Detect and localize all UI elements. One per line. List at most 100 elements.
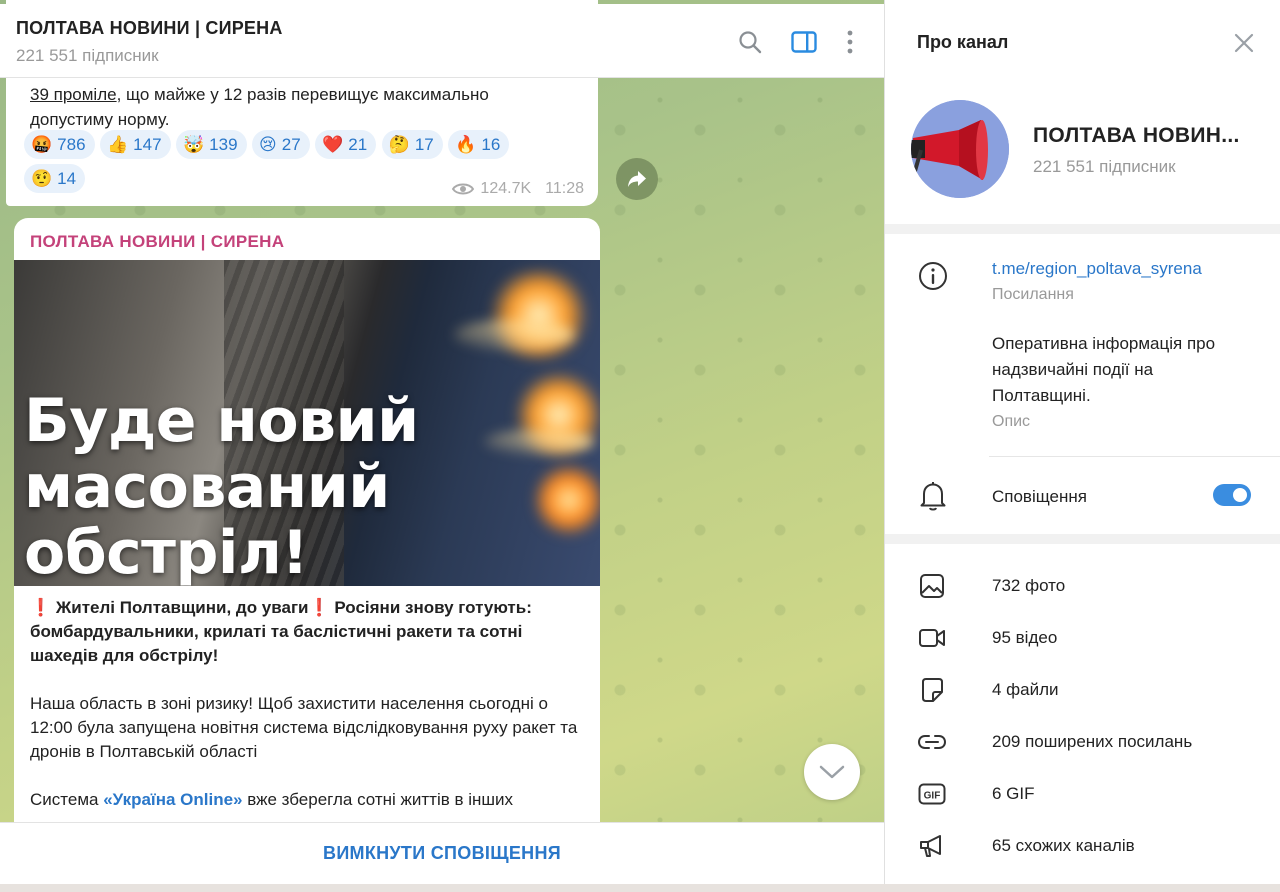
panel-header: Про канал ПОЛТАВА НОВИН... 221 551 підпи… — [885, 0, 1280, 224]
link-icon — [917, 728, 947, 756]
notifications-toggle[interactable] — [1213, 484, 1251, 506]
reaction-count: 147 — [133, 134, 162, 154]
megaphone-icon — [917, 832, 947, 860]
sidebar-panel-icon — [791, 31, 817, 53]
message-text-fragment: Система — [30, 790, 104, 809]
channel-info-panel: Про канал ПОЛТАВА НОВИН... 221 551 підпи… — [884, 0, 1280, 884]
media-row-photos[interactable]: 732 фото — [885, 562, 1280, 610]
info-icon — [917, 260, 949, 292]
bell-icon — [917, 480, 949, 512]
message-text-fragment: , що майже у 12 разів перевищує максимал… — [116, 85, 489, 104]
message-link-text[interactable]: 39 проміле — [30, 85, 117, 104]
reaction-count: 16 — [481, 134, 501, 154]
channel-link-label: Посилання — [992, 286, 1074, 303]
message-text-fragment: вже зберегла сотні життів в інших — [242, 790, 514, 809]
reaction-count: 786 — [57, 134, 86, 154]
exclamation-icon: ❗ — [308, 598, 330, 618]
sidebar-toggle-button[interactable] — [790, 28, 818, 56]
media-label: 209 поширених посилань — [992, 732, 1193, 751]
close-icon — [1234, 33, 1254, 53]
chat-header[interactable]: ПОЛТАВА НОВИНИ | СИРЕНА 221 551 підписни… — [0, 4, 884, 78]
message-meta: 124.7K 11:28 — [452, 180, 584, 198]
message-paragraph: Наша область в зоні ризику! Щоб захистит… — [30, 694, 578, 761]
file-icon — [917, 676, 947, 704]
media-row-files[interactable]: 4 файли — [885, 666, 1280, 714]
reaction-count: 21 — [348, 134, 368, 154]
reaction-chip[interactable]: 🤯 139 — [176, 130, 247, 159]
message-paragraph: ❗ Жителі Полтавщини, до уваги❗ Росіяни з… — [30, 596, 586, 668]
more-options-button[interactable] — [836, 28, 864, 56]
toggle-knob — [1231, 486, 1249, 504]
message-text: ❗ Жителі Полтавщини, до уваги❗ Росіяни з… — [30, 596, 586, 836]
media-row-gifs[interactable]: GIF 6 GIF — [885, 770, 1280, 818]
search-button[interactable] — [736, 28, 764, 56]
reaction-chip[interactable]: 🔥 16 — [448, 130, 510, 159]
reaction-emoji: 🤔 — [388, 134, 410, 155]
channel-name: ПОЛТАВА НОВИН... — [1033, 124, 1240, 147]
chat-subscribers: 221 551 підписник — [16, 46, 159, 65]
message-text-fragment: допустиму норму. — [30, 110, 170, 129]
photo-headline-line: масований — [24, 452, 390, 522]
notifications-label: Сповіщення — [992, 487, 1087, 506]
chat-title[interactable]: ПОЛТАВА НОВИНИ | СИРЕНА — [16, 18, 283, 39]
reaction-count: 139 — [209, 134, 238, 154]
photo-headline-line: Буде новий — [24, 386, 419, 456]
reaction-chip[interactable]: 👍 147 — [100, 130, 171, 159]
media-label: 6 GIF — [992, 784, 1035, 803]
message-author[interactable]: ПОЛТАВА НОВИНИ | СИРЕНА — [30, 232, 284, 252]
photo-headline: Буде новий масований обстріл! — [24, 388, 419, 586]
reaction-chip[interactable]: 😢 27 — [252, 130, 310, 159]
reaction-count: 17 — [414, 134, 434, 154]
media-label: 65 схожих каналів — [992, 836, 1135, 855]
message-photo[interactable]: Буде новий масований обстріл! — [14, 260, 600, 586]
scroll-down-button[interactable] — [804, 744, 860, 800]
channel-subscribers: 221 551 підписник — [1033, 157, 1176, 176]
photo-headline-line: обстріл! — [24, 518, 309, 586]
media-row-links[interactable]: 209 поширених посилань — [885, 718, 1280, 766]
channel-info-section: t.me/region_poltava_syrena Посилання Опе… — [885, 234, 1280, 534]
message-paragraph: Система «Україна Online» вже зберегла со… — [30, 788, 586, 812]
reaction-emoji: 🤨 — [31, 168, 53, 189]
panel-title: Про канал — [917, 32, 1009, 52]
reaction-count: 14 — [57, 168, 77, 188]
gif-icon: GIF — [917, 780, 947, 808]
message-link[interactable]: «Україна Online» — [103, 790, 242, 809]
fire-glow — [454, 320, 574, 350]
mute-bar: ВИМКНУТИ СПОВІЩЕННЯ — [0, 822, 884, 884]
channel-description-label: Опис — [992, 413, 1031, 430]
reaction-chip[interactable]: 🤬 786 — [24, 130, 95, 159]
media-label: 95 відео — [992, 628, 1058, 647]
reaction-emoji: 😢 — [259, 134, 277, 155]
reaction-emoji: 🔥 — [455, 134, 477, 155]
channel-description-line: Оперативна інформація про — [992, 334, 1216, 353]
views-count: 124.7K — [480, 180, 532, 197]
close-button[interactable] — [1229, 28, 1259, 58]
channel-link[interactable]: t.me/region_poltava_syrena — [992, 256, 1202, 282]
reaction-emoji: 👍 — [107, 134, 129, 155]
message-bubble[interactable]: ПОЛТАВА НОВИНИ | СИРЕНА Буде новий масов… — [14, 218, 600, 838]
search-icon — [739, 31, 762, 54]
media-row-similar-channels[interactable]: 65 схожих каналів — [885, 822, 1280, 870]
fire-glow — [484, 430, 594, 454]
media-row-videos[interactable]: 95 відео — [885, 614, 1280, 662]
channel-description-line: надзвичайні події на — [992, 360, 1154, 379]
reaction-count: 27 — [281, 134, 301, 154]
mute-notifications-button[interactable]: ВИМКНУТИ СПОВІЩЕННЯ — [323, 843, 561, 864]
megaphone-avatar-image — [911, 100, 1009, 198]
message-time: 11:28 — [545, 180, 584, 197]
message-text-fragment: Жителі Полтавщини, до уваги — [51, 598, 309, 617]
reaction-chip[interactable]: 🤔 17 — [381, 130, 443, 159]
fire-glow — [534, 460, 600, 540]
forward-button[interactable] — [616, 158, 658, 200]
reaction-chip[interactable]: 🤨 14 — [24, 164, 86, 193]
exclamation-icon: ❗ — [30, 598, 52, 618]
media-label: 732 фото — [992, 576, 1066, 595]
reaction-emoji: 🤯 — [183, 134, 205, 155]
photo-icon — [917, 572, 947, 600]
channel-avatar[interactable] — [911, 100, 1009, 198]
forward-icon — [628, 171, 646, 187]
window-bottom-edge — [0, 884, 1280, 892]
video-icon — [917, 624, 947, 652]
shared-media-section: 732 фото 95 відео 4 файли 209 поширених … — [885, 544, 1280, 884]
reaction-chip[interactable]: ❤️ 21 — [315, 130, 377, 159]
